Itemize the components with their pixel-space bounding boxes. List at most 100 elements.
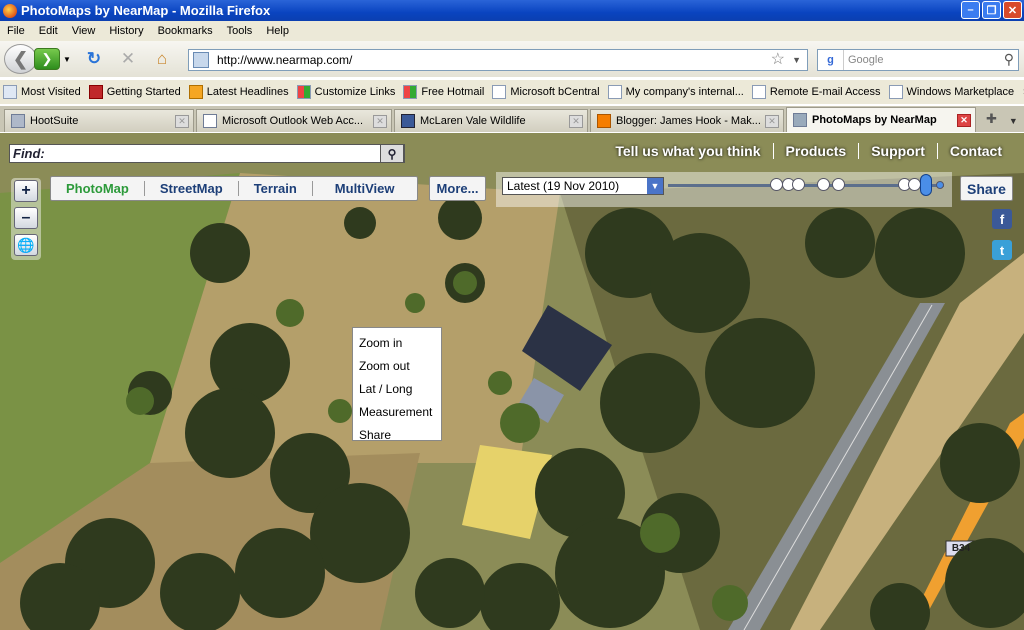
page-icon: [203, 114, 217, 128]
date-slider-end[interactable]: [936, 181, 944, 189]
bookmark-item[interactable]: Latest Headlines: [188, 85, 289, 99]
tab-streetmap[interactable]: StreetMap: [143, 181, 238, 196]
search-input[interactable]: g Google ⚲: [817, 49, 1019, 71]
date-slider[interactable]: [668, 174, 944, 196]
context-zoom-out[interactable]: Zoom out: [353, 354, 441, 377]
bookmark-label: Getting Started: [106, 86, 181, 98]
date-selected-value: Latest (19 Nov 2010): [507, 179, 620, 193]
bookmark-item[interactable]: Getting Started: [88, 85, 181, 99]
menu-view[interactable]: View: [65, 25, 103, 37]
windows-icon: [296, 85, 311, 99]
facebook-share-icon[interactable]: f: [992, 209, 1012, 229]
date-slider-handle[interactable]: [920, 174, 932, 196]
bookmark-label: Remote E-mail Access: [769, 86, 881, 98]
globe-icon[interactable]: 🌐: [14, 234, 38, 256]
bookmark-label: Latest Headlines: [206, 86, 289, 98]
blogger-icon: [597, 114, 611, 128]
page-icon: [751, 85, 766, 99]
bookmark-item[interactable]: Remote E-mail Access: [751, 85, 881, 99]
feedback-link[interactable]: Tell us what you think: [603, 143, 772, 159]
bookmark-item[interactable]: Microsoft bCentral: [492, 85, 600, 99]
tab-multiview[interactable]: MultiView: [311, 181, 417, 196]
bookmark-item[interactable]: Customize Links: [296, 85, 395, 99]
tab-blogger[interactable]: Blogger: James Hook - Mak... ✕: [590, 109, 784, 132]
zoom-in-button[interactable]: +: [14, 180, 38, 202]
menu-edit[interactable]: Edit: [32, 25, 65, 37]
bookmark-label: Windows Marketplace: [906, 86, 1015, 98]
hootsuite-icon: [11, 114, 25, 128]
support-link[interactable]: Support: [858, 143, 937, 159]
page-icon: [607, 85, 622, 99]
bookmarks-toolbar: Most Visited Getting Started Latest Head…: [0, 79, 1024, 104]
menu-help[interactable]: Help: [259, 25, 296, 37]
tab-mclaren-vale[interactable]: McLaren Vale Wildlife ✕: [394, 109, 588, 132]
close-tab-icon[interactable]: ✕: [373, 114, 387, 128]
date-slider-marker[interactable]: [832, 178, 845, 191]
tab-terrain[interactable]: Terrain: [237, 181, 312, 196]
forward-button[interactable]: ❯: [34, 48, 60, 70]
bookmark-label: Free Hotmail: [421, 86, 485, 98]
close-tab-icon[interactable]: ✕: [957, 113, 971, 127]
contact-link[interactable]: Contact: [936, 143, 1014, 159]
site-top-links: Tell us what you think Products Support …: [603, 143, 1014, 159]
close-tab-icon[interactable]: ✕: [765, 114, 779, 128]
tab-photomaps[interactable]: PhotoMaps by NearMap ✕: [786, 107, 976, 132]
menu-tools[interactable]: Tools: [220, 25, 260, 37]
date-panel: Latest (19 Nov 2010) ▼: [496, 172, 952, 207]
find-input[interactable]: Find: ⚲: [9, 144, 405, 163]
home-icon[interactable]: ⌂: [148, 49, 176, 69]
menu-bookmarks[interactable]: Bookmarks: [151, 25, 220, 37]
close-tab-icon[interactable]: ✕: [175, 114, 189, 128]
google-engine-icon[interactable]: g: [818, 50, 844, 70]
minimize-button[interactable]: –: [961, 1, 980, 19]
date-slider-marker[interactable]: [817, 178, 830, 191]
tab-hootsuite[interactable]: HootSuite ✕: [4, 109, 194, 132]
road-label: B34: [951, 543, 971, 554]
menu-history[interactable]: History: [102, 25, 150, 37]
reload-icon[interactable]: ↻: [80, 49, 108, 69]
bookmark-label: Most Visited: [21, 86, 81, 98]
url-bar[interactable]: http://www.nearmap.com/ ☆ ▼: [188, 49, 808, 71]
back-button[interactable]: ❮: [4, 44, 37, 74]
more-button[interactable]: More...: [429, 176, 486, 201]
firefox-bookmark-icon: [88, 85, 103, 99]
context-zoom-in[interactable]: Zoom in: [353, 331, 441, 354]
date-select[interactable]: Latest (19 Nov 2010) ▼: [502, 177, 664, 195]
search-placeholder: Google: [848, 54, 884, 66]
new-tab-button[interactable]: ✚: [986, 111, 997, 127]
zoom-controls: + – 🌐: [11, 178, 41, 260]
bookmark-item[interactable]: My company's internal...: [607, 85, 744, 99]
close-window-button[interactable]: ✕: [1003, 1, 1022, 19]
bookmark-item[interactable]: Windows Marketplace: [888, 85, 1015, 99]
tab-label: Microsoft Outlook Web Acc...: [222, 115, 364, 127]
find-search-icon[interactable]: ⚲: [380, 144, 404, 163]
chevron-down-icon: ▼: [647, 178, 663, 194]
zoom-out-button[interactable]: –: [14, 207, 38, 229]
context-share[interactable]: Share: [353, 423, 441, 446]
history-dropdown-icon[interactable]: ▼: [63, 55, 71, 64]
tab-list-icon[interactable]: ▼: [1009, 116, 1018, 126]
search-icon[interactable]: ⚲: [1004, 51, 1014, 68]
products-link[interactable]: Products: [772, 143, 859, 159]
date-slider-marker[interactable]: [792, 178, 805, 191]
bookmark-item[interactable]: Most Visited: [3, 85, 81, 99]
tab-outlook[interactable]: Microsoft Outlook Web Acc... ✕: [196, 109, 392, 132]
restore-button[interactable]: ❐: [982, 1, 1001, 19]
map-view[interactable]: Find: ⚲ Tell us what you think Products …: [0, 133, 1024, 630]
share-button[interactable]: Share: [960, 176, 1013, 201]
tab-photomap[interactable]: PhotoMap: [51, 181, 144, 196]
twitter-share-icon[interactable]: t: [992, 240, 1012, 260]
bookmark-label: My company's internal...: [625, 86, 744, 98]
window-title: PhotoMaps by NearMap - Mozilla Firefox: [21, 3, 271, 18]
page-icon: [888, 85, 903, 99]
bookmark-star-icon[interactable]: ☆: [771, 49, 785, 69]
rss-icon: [188, 85, 203, 99]
url-dropdown-icon[interactable]: ▼: [792, 55, 801, 65]
tab-label: HootSuite: [30, 115, 79, 127]
context-measurement[interactable]: Measurement: [353, 400, 441, 423]
menu-file[interactable]: File: [0, 25, 32, 37]
stop-icon[interactable]: ✕: [114, 49, 142, 69]
close-tab-icon[interactable]: ✕: [569, 114, 583, 128]
context-lat-long[interactable]: Lat / Long: [353, 377, 441, 400]
bookmark-item[interactable]: Free Hotmail: [403, 85, 484, 99]
